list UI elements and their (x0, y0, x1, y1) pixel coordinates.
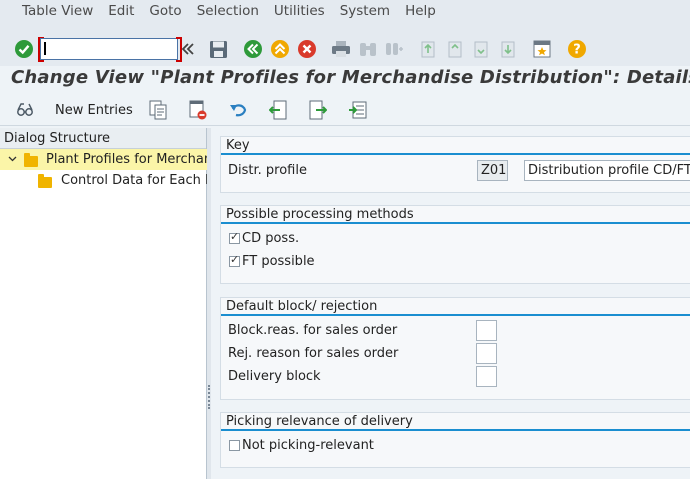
menu-goto[interactable]: Goto (149, 3, 181, 19)
menu-table-view[interactable]: Table View (22, 3, 93, 19)
create-session-icon[interactable] (531, 38, 553, 60)
group-processing-methods: Possible processing methods CD poss. FT … (220, 205, 690, 284)
title-bar: Change View "Plant Profiles for Merchand… (0, 66, 690, 92)
cd-poss-label: CD poss. (242, 231, 300, 246)
group-picking-relevance: Picking relevance of delivery Not pickin… (220, 412, 690, 468)
block-reason-label: Block.reas. for sales order (228, 323, 398, 338)
distr-profile-description: Distribution profile CD/FT (524, 160, 690, 181)
select-block-icon[interactable] (347, 100, 369, 120)
command-field-collapse-icon[interactable] (181, 39, 195, 59)
block-reason-input[interactable] (476, 320, 497, 341)
group-processing-title: Possible processing methods (221, 206, 690, 224)
group-key-title: Key (221, 137, 690, 155)
group-block-title: Default block/ rejection (221, 298, 690, 316)
rej-reason-label: Rej. reason for sales order (228, 346, 399, 361)
tree-node-label: Control Data for Each B (61, 173, 207, 188)
svg-text:?: ? (573, 43, 581, 58)
menu-help[interactable]: Help (405, 3, 436, 19)
find-next-icon[interactable] (383, 38, 405, 60)
copy-as-icon[interactable] (148, 100, 168, 120)
ft-possible-label: FT possible (242, 254, 315, 269)
menu-system[interactable]: System (340, 3, 390, 19)
display-change-icon[interactable] (14, 100, 36, 120)
previous-entry-icon[interactable] (268, 100, 288, 120)
command-field[interactable] (40, 38, 178, 60)
folder-icon (38, 174, 52, 188)
undo-icon[interactable] (228, 100, 248, 120)
details-pane: Key Distr. profile Z01 Distribution prof… (211, 128, 690, 479)
page-title: Change View "Plant Profiles for Merchand… (11, 67, 690, 88)
ft-possible-checkbox[interactable] (229, 253, 240, 267)
exit-icon[interactable] (269, 38, 291, 60)
menu-bar: Table View Edit Goto Selection Utilities… (0, 0, 690, 22)
dialog-structure-pane: Dialog Structure Plant Profiles for Merc… (0, 128, 207, 479)
next-entry-icon[interactable] (308, 100, 328, 120)
dialog-structure-header: Dialog Structure (0, 128, 206, 149)
text-cursor (44, 42, 46, 55)
save-icon[interactable] (207, 38, 229, 60)
group-picking-title: Picking relevance of delivery (221, 413, 690, 431)
folder-open-icon (24, 153, 38, 167)
delete-icon[interactable] (188, 100, 208, 120)
tree-node-label: Plant Profiles for Merchandise Distribut… (46, 152, 207, 167)
tree-node-plant-profiles[interactable]: Plant Profiles for Merchandise Distribut… (0, 149, 207, 170)
enter-check-icon[interactable] (13, 38, 35, 60)
help-icon[interactable]: ? (566, 38, 588, 60)
menu-utilities[interactable]: Utilities (274, 3, 325, 19)
next-page-icon[interactable] (470, 38, 492, 60)
distr-profile-code: Z01 (477, 160, 508, 181)
new-entries-button[interactable]: New Entries (55, 103, 133, 118)
cd-poss-checkbox[interactable] (229, 230, 240, 244)
print-icon[interactable] (330, 38, 352, 60)
cancel-icon[interactable] (296, 38, 318, 60)
find-icon[interactable] (357, 38, 379, 60)
delivery-block-label: Delivery block (228, 369, 321, 384)
not-picking-label: Not picking-relevant (242, 438, 374, 453)
chevron-down-icon[interactable] (8, 149, 17, 170)
group-default-block: Default block/ rejection Block.reas. for… (220, 297, 690, 400)
previous-page-icon[interactable] (444, 38, 466, 60)
first-page-icon[interactable] (417, 38, 439, 60)
rej-reason-input[interactable] (476, 343, 497, 364)
tree-node-control-data[interactable]: Control Data for Each B (0, 170, 207, 191)
distr-profile-label: Distr. profile (228, 163, 307, 178)
not-picking-checkbox[interactable] (229, 440, 240, 451)
group-key: Key Distr. profile Z01 Distribution prof… (220, 136, 690, 193)
back-icon[interactable] (242, 38, 264, 60)
last-page-icon[interactable] (497, 38, 519, 60)
delivery-block-input[interactable] (476, 366, 497, 387)
command-field-wrapper (38, 37, 182, 62)
menu-edit[interactable]: Edit (108, 3, 134, 19)
splitter-grip[interactable] (208, 385, 210, 409)
menu-selection[interactable]: Selection (197, 3, 259, 19)
